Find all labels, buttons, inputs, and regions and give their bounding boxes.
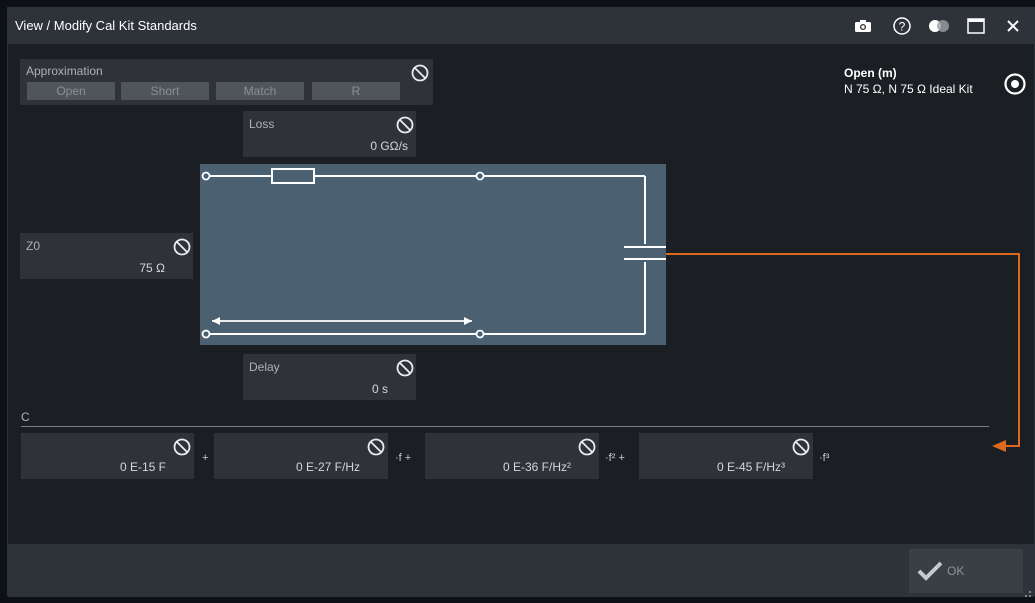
help-icon[interactable]: ? bbox=[891, 15, 913, 37]
disabled-icon bbox=[366, 437, 386, 457]
loss-label: Loss bbox=[249, 117, 275, 131]
dialog-footer: OK bbox=[8, 544, 1034, 597]
c-section-label: C bbox=[21, 410, 30, 424]
approx-option-open[interactable]: Open bbox=[27, 82, 115, 100]
maximize-icon[interactable] bbox=[965, 15, 987, 37]
c1-value: 0 E-27 F/Hz bbox=[295, 460, 360, 474]
standard-kit: N 75 Ω, N 75 Ω Ideal Kit bbox=[844, 82, 973, 96]
c0-field[interactable]: 0 E-15 F bbox=[21, 433, 194, 479]
c-section-divider bbox=[21, 426, 989, 427]
svg-text:?: ? bbox=[899, 20, 906, 34]
c3-suffix: ·f³ bbox=[819, 452, 830, 464]
close-icon[interactable] bbox=[1002, 15, 1024, 37]
disabled-icon bbox=[172, 237, 192, 257]
delay-label: Delay bbox=[249, 360, 280, 374]
approximation-label: Approximation bbox=[26, 64, 103, 78]
standard-name: Open (m) bbox=[844, 66, 897, 80]
c2-suffix: ·f² + bbox=[605, 452, 625, 464]
schematic-diagram bbox=[200, 164, 666, 345]
toggle-icon[interactable] bbox=[928, 15, 950, 37]
radio-selected-icon[interactable] bbox=[1003, 72, 1027, 96]
c3-value: 0 E-45 F/Hz³ bbox=[716, 460, 785, 474]
c0-value: 0 E-15 F bbox=[119, 460, 166, 474]
c1-field[interactable]: 0 E-27 F/Hz bbox=[214, 433, 388, 479]
loss-value: 0 GΩ/s bbox=[370, 139, 408, 153]
loss-field[interactable]: Loss 0 GΩ/s bbox=[243, 111, 416, 157]
z0-field[interactable]: Z0 75 Ω bbox=[20, 233, 193, 279]
c3-field[interactable]: 0 E-45 F/Hz³ bbox=[639, 433, 813, 479]
ok-button[interactable]: OK bbox=[909, 549, 1023, 593]
approx-option-match[interactable]: Match bbox=[216, 82, 304, 100]
dialog-window: View / Modify Cal Kit Standards ? Approx… bbox=[7, 7, 1035, 597]
z0-label: Z0 bbox=[26, 239, 41, 253]
disabled-icon bbox=[410, 63, 430, 83]
c2-value: 0 E-36 F/Hz² bbox=[502, 460, 571, 474]
disabled-icon bbox=[791, 437, 811, 457]
approximation-panel: Approximation Open Short Match R bbox=[20, 59, 433, 105]
delay-field[interactable]: Delay 0 s bbox=[243, 354, 416, 400]
dialog-title: View / Modify Cal Kit Standards bbox=[15, 18, 197, 33]
checkmark-icon bbox=[917, 561, 943, 581]
camera-icon[interactable] bbox=[852, 15, 874, 37]
title-bar: View / Modify Cal Kit Standards ? bbox=[8, 8, 1034, 44]
approx-option-short[interactable]: Short bbox=[121, 82, 209, 100]
delay-value: 0 s bbox=[371, 382, 388, 396]
resize-grip-icon[interactable] bbox=[1024, 585, 1032, 597]
c1-suffix: ·f + bbox=[395, 452, 412, 464]
disabled-icon bbox=[172, 437, 192, 457]
c0-suffix: + bbox=[202, 452, 209, 464]
disabled-icon bbox=[395, 115, 415, 135]
disabled-icon bbox=[395, 358, 415, 378]
ok-label: OK bbox=[947, 564, 965, 578]
disabled-icon bbox=[577, 437, 597, 457]
c2-field[interactable]: 0 E-36 F/Hz² bbox=[425, 433, 599, 479]
approx-option-r[interactable]: R bbox=[312, 82, 400, 100]
z0-value: 75 Ω bbox=[139, 261, 165, 275]
